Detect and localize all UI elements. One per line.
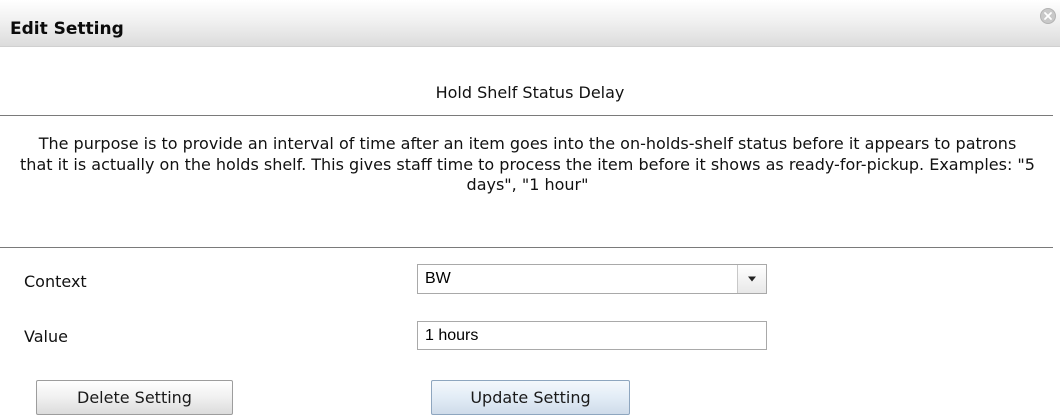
setting-name: Hold Shelf Status Delay <box>435 83 625 102</box>
chevron-down-icon-glyph <box>748 276 756 282</box>
divider-top <box>0 115 1053 116</box>
update-setting-button[interactable]: Update Setting <box>431 380 630 415</box>
context-select-value: BW <box>425 270 451 287</box>
chevron-down-icon[interactable] <box>737 265 766 293</box>
divider-bottom <box>0 247 1053 248</box>
value-input[interactable] <box>417 321 767 350</box>
setting-description: The purpose is to provide an interval of… <box>20 134 1035 194</box>
context-label: Context <box>24 272 87 291</box>
close-icon-glyph <box>1044 12 1052 20</box>
dialog-titlebar: Edit Setting <box>0 0 1060 47</box>
close-icon[interactable] <box>1040 8 1056 24</box>
dialog-title: Edit Setting <box>10 19 124 39</box>
delete-setting-button[interactable]: Delete Setting <box>36 380 233 415</box>
value-label: Value <box>24 327 68 346</box>
context-select[interactable]: BW <box>417 264 767 294</box>
